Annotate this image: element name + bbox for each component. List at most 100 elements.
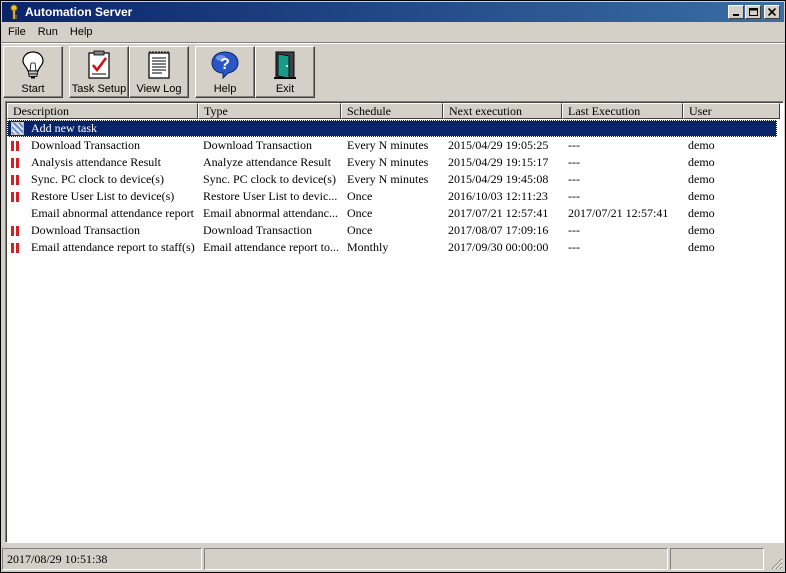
menu-help[interactable]: Help bbox=[64, 26, 99, 38]
pause-icon bbox=[11, 190, 27, 204]
pause-icon bbox=[11, 173, 27, 187]
task-row[interactable]: Sync. PC clock to device(s) Sync. PC cloc… bbox=[7, 171, 777, 188]
task-description-cell: Download Transaction bbox=[7, 223, 197, 238]
start-label: Start bbox=[21, 83, 45, 95]
task-schedule: Once bbox=[347, 223, 373, 237]
task-description: Sync. PC clock to device(s) bbox=[31, 172, 164, 186]
add-new-task-cell: Add new task bbox=[7, 121, 197, 136]
task-schedule: Monthly bbox=[347, 240, 389, 254]
task-row[interactable]: Restore User List to device(s) Restore Us… bbox=[7, 188, 777, 205]
task-row[interactable]: Analysis attendance Result Analyze attend… bbox=[7, 154, 777, 171]
task-description-cell: Download Transaction bbox=[7, 138, 197, 153]
task-next-execution: 2015/04/29 19:45:08 bbox=[448, 172, 549, 186]
task-last-execution: --- bbox=[568, 223, 580, 237]
add-new-task-label: Add new task bbox=[31, 121, 97, 135]
resize-grip-icon[interactable] bbox=[770, 557, 783, 570]
add-task-icon bbox=[11, 122, 27, 136]
task-description-cell: Analysis attendance Result bbox=[7, 155, 197, 170]
task-row[interactable]: Email abnormal attendance report Email ab… bbox=[7, 205, 777, 222]
task-description: Analysis attendance Result bbox=[31, 155, 161, 169]
task-setup-button[interactable]: Task Setup bbox=[69, 46, 129, 98]
task-next-execution: 2017/07/21 12:57:41 bbox=[448, 206, 549, 220]
status-bar: 2017/08/29 10:51:38 bbox=[2, 546, 785, 572]
column-header-schedule[interactable]: Schedule bbox=[341, 103, 443, 119]
log-document-icon bbox=[148, 51, 170, 79]
task-last-execution: --- bbox=[568, 172, 580, 186]
view-log-button[interactable]: View Log bbox=[129, 46, 189, 98]
column-header-description[interactable]: Description bbox=[7, 103, 198, 119]
task-description-cell: Email attendance report to staff(s) bbox=[7, 240, 197, 255]
task-user: demo bbox=[688, 138, 715, 152]
task-schedule: Every N minutes bbox=[347, 172, 429, 186]
lightbulb-icon bbox=[22, 51, 44, 79]
pause-icon bbox=[11, 224, 27, 238]
task-row[interactable]: Email attendance report to staff(s) Email… bbox=[7, 239, 777, 256]
column-header-user[interactable]: User bbox=[683, 103, 780, 119]
menu-file[interactable]: File bbox=[2, 26, 32, 38]
task-last-execution: --- bbox=[568, 189, 580, 203]
exit-label: Exit bbox=[275, 83, 295, 95]
menu-separator bbox=[1, 42, 785, 44]
task-schedule: Every N minutes bbox=[347, 155, 429, 169]
minimize-icon bbox=[733, 14, 739, 16]
task-type: Sync. PC clock to device(s) bbox=[203, 172, 336, 186]
task-description-cell: Email abnormal attendance report bbox=[7, 206, 197, 221]
task-description: Download Transaction bbox=[31, 138, 140, 152]
view-log-label: View Log bbox=[136, 83, 182, 95]
task-user: demo bbox=[688, 155, 715, 169]
task-list[interactable]: Description Type Schedule Next execution… bbox=[5, 101, 784, 543]
task-user: demo bbox=[688, 223, 715, 237]
task-next-execution: 2015/04/29 19:15:17 bbox=[448, 155, 549, 169]
title-bar[interactable]: Automation Server bbox=[2, 2, 784, 22]
pause-icon bbox=[11, 241, 27, 255]
add-new-task-row[interactable]: Add new task bbox=[7, 120, 777, 137]
task-row[interactable]: Download Transaction Download Transaction… bbox=[7, 222, 777, 239]
task-schedule: Once bbox=[347, 189, 373, 203]
blank-status-icon bbox=[11, 207, 27, 221]
task-user: demo bbox=[688, 206, 715, 220]
pause-icon bbox=[11, 156, 27, 170]
task-next-execution: 2016/10/03 12:11:23 bbox=[448, 189, 548, 203]
task-last-execution: --- bbox=[568, 138, 580, 152]
maximize-button[interactable] bbox=[745, 5, 761, 19]
task-description-cell: Restore User List to device(s) bbox=[7, 189, 197, 204]
task-last-execution: --- bbox=[568, 155, 580, 169]
svg-text:?: ? bbox=[220, 56, 230, 73]
task-user: demo bbox=[688, 172, 715, 186]
exit-button[interactable]: Exit bbox=[255, 46, 315, 98]
column-header-last-execution[interactable]: Last Execution bbox=[562, 103, 683, 119]
task-schedule: Every N minutes bbox=[347, 138, 429, 152]
task-next-execution: 2017/08/07 17:09:16 bbox=[448, 223, 549, 237]
menu-bar: File Run Help bbox=[2, 22, 784, 42]
start-button[interactable]: Start bbox=[3, 46, 63, 98]
column-header-type[interactable]: Type bbox=[198, 103, 341, 119]
task-last-execution: 2017/07/21 12:57:41 bbox=[568, 206, 669, 220]
task-type: Email attendance report to... bbox=[203, 240, 339, 254]
help-button[interactable]: ? Help bbox=[195, 46, 255, 98]
menu-run[interactable]: Run bbox=[32, 26, 64, 38]
task-description: Email abnormal attendance report bbox=[31, 206, 194, 220]
task-row[interactable]: Download Transaction Download Transaction… bbox=[7, 137, 777, 154]
task-description: Download Transaction bbox=[31, 223, 140, 237]
task-setup-label: Task Setup bbox=[71, 83, 127, 95]
task-type: Email abnormal attendanc... bbox=[203, 206, 338, 220]
toolbar: Start Task Setup View Log ? Help Exit bbox=[3, 46, 315, 98]
close-icon bbox=[768, 8, 776, 16]
window-title: Automation Server bbox=[25, 5, 133, 19]
task-type: Analyze attendance Result bbox=[203, 155, 331, 169]
column-header-next-execution[interactable]: Next execution bbox=[443, 103, 562, 119]
close-button[interactable] bbox=[764, 5, 780, 19]
pause-icon bbox=[11, 139, 27, 153]
key-icon bbox=[7, 4, 21, 20]
task-next-execution: 2015/04/29 19:05:25 bbox=[448, 138, 549, 152]
task-user: demo bbox=[688, 189, 715, 203]
minimize-button[interactable] bbox=[728, 5, 744, 19]
list-rows: Add new task Download Transaction Downloa… bbox=[7, 120, 777, 256]
status-panel-middle bbox=[204, 548, 668, 570]
help-question-icon: ? bbox=[211, 51, 239, 80]
status-panel-right bbox=[670, 548, 764, 570]
maximize-icon bbox=[748, 8, 758, 16]
task-description-cell: Sync. PC clock to device(s) bbox=[7, 172, 197, 187]
task-user: demo bbox=[688, 240, 715, 254]
task-type: Download Transaction bbox=[203, 223, 312, 237]
